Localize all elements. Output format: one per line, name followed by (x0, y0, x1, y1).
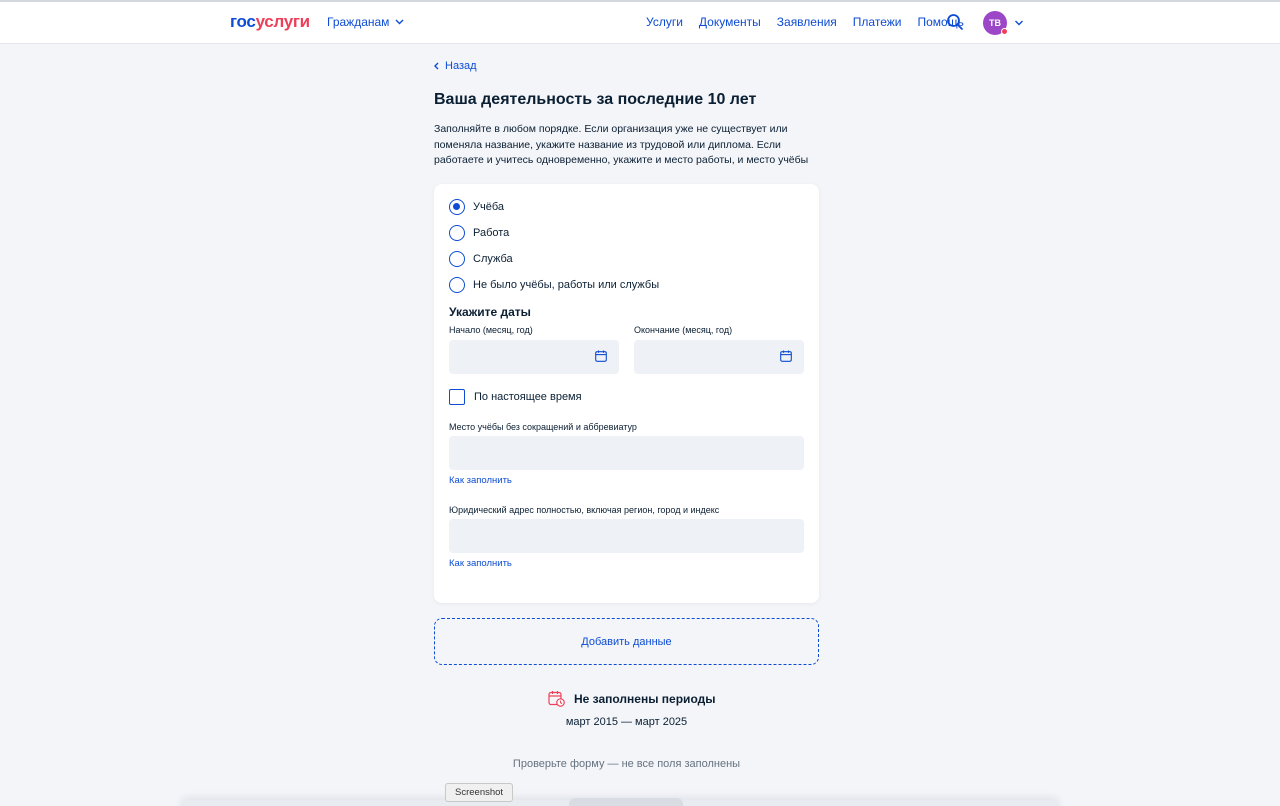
nav-documents[interactable]: Документы (699, 15, 761, 29)
search-icon[interactable] (946, 13, 964, 31)
radio-work[interactable]: Работа (449, 225, 509, 241)
study-place-label: Место учёбы без сокращений и аббревиатур (449, 422, 637, 432)
how-to-fill-link-address[interactable]: Как заполнить (449, 558, 512, 569)
citizens-menu-label: Гражданам (327, 15, 390, 29)
logo-part-uslugi: услуги (255, 12, 311, 31)
site-header: госуслуги Гражданам Услуги Документы Зая… (0, 2, 1280, 44)
add-data-button[interactable]: Добавить данные (434, 618, 819, 665)
page-title: Ваша деятельность за последние 10 лет (434, 91, 757, 108)
study-place-field[interactable] (449, 436, 804, 470)
present-time-checkbox[interactable] (449, 389, 465, 405)
legal-address-field[interactable] (449, 519, 804, 553)
radio-button[interactable] (449, 225, 465, 241)
calendar-icon[interactable] (780, 350, 792, 362)
present-time-checkbox-row[interactable]: По настоящее время (449, 389, 582, 405)
logo-part-gos: гос (230, 12, 256, 31)
start-date-label: Начало (месяц, год) (449, 325, 533, 335)
radio-button[interactable] (449, 251, 465, 267)
radio-none[interactable]: Не было учёбы, работы или службы (449, 277, 659, 293)
start-date-field[interactable] (449, 340, 619, 374)
chevron-down-icon[interactable] (1014, 19, 1024, 27)
gosuslugi-logo[interactable]: госуслуги (230, 12, 310, 32)
calendar-icon[interactable] (595, 350, 607, 362)
legal-address-label: Юридический адрес полностью, включая рег… (449, 505, 720, 515)
unfilled-period-range: март 2015 — март 2025 (565, 716, 688, 728)
avatar[interactable]: ТВ (983, 11, 1008, 35)
dates-title: Укажите даты (449, 305, 531, 319)
nav-payments[interactable]: Платежи (853, 15, 902, 29)
chevron-left-icon (434, 62, 439, 70)
radio-study[interactable]: Учёба (449, 199, 504, 215)
intro-text: Заполняйте в любом порядке. Если организ… (434, 123, 809, 166)
back-label: Назад (445, 60, 477, 72)
radio-label: Служба (473, 253, 513, 265)
how-to-fill-link-place[interactable]: Как заполнить (449, 475, 512, 486)
present-time-label: По настоящее время (474, 391, 582, 403)
back-link[interactable]: Назад (434, 60, 477, 72)
nav-services[interactable]: Услуги (646, 15, 683, 29)
radio-button[interactable] (449, 277, 465, 293)
nav-applications[interactable]: Заявления (777, 15, 837, 29)
notification-dot (1001, 28, 1008, 35)
screenshot-tooltip: Screenshot (445, 783, 514, 802)
radio-service[interactable]: Служба (449, 251, 513, 267)
continue-button[interactable] (569, 798, 683, 806)
chevron-down-icon (395, 19, 404, 25)
activity-form-card: Учёба Работа Служба Не было учёбы, работ… (434, 184, 819, 603)
main-nav: Услуги Документы Заявления Платежи Помощ… (646, 15, 964, 29)
end-date-field[interactable] (634, 340, 804, 374)
end-date-label: Окончание (месяц, год) (634, 325, 733, 335)
warning-title: Не заполнены периоды (574, 691, 716, 706)
radio-label: Не было учёбы, работы или службы (473, 279, 660, 291)
radio-label: Учёба (473, 201, 505, 213)
calendar-warning-icon (548, 691, 565, 707)
unfilled-periods-warning: Не заполнены периоды (548, 690, 715, 707)
form-validation-message: Проверьте форму — не все поля заполнены (512, 758, 741, 770)
avatar-initials: ТВ (989, 18, 1001, 28)
citizens-menu[interactable]: Гражданам (327, 15, 404, 29)
radio-button[interactable] (449, 199, 465, 215)
radio-label: Работа (473, 227, 510, 239)
